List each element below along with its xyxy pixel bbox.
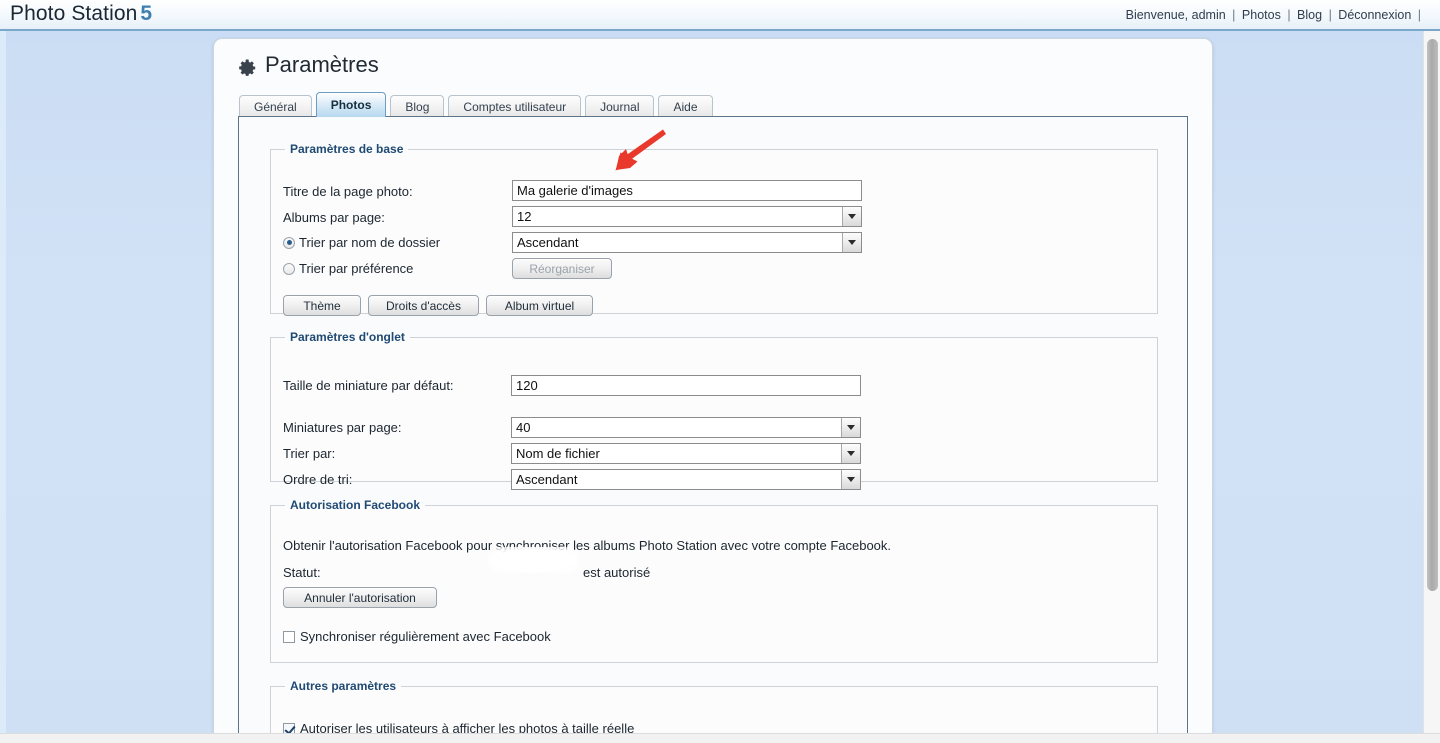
photo-page-title-label: Titre de la page photo:: [283, 184, 413, 199]
header-link-logout[interactable]: Déconnexion: [1338, 8, 1411, 22]
allow-fullsize-users-checkbox[interactable]: [283, 722, 295, 733]
scrollbar-thumb[interactable]: [1427, 39, 1438, 591]
gear-icon: [239, 57, 257, 76]
allow-fullsize-users-label: Autoriser les utilisateurs à afficher le…: [300, 721, 635, 733]
facebook-description: Obtenir l'autorisation Facebook pour syn…: [283, 538, 892, 553]
facebook-status-label: Statut:: [283, 565, 321, 580]
sort-by-folder-radio-row[interactable]: Trier par nom de dossier: [283, 235, 440, 250]
thumbnail-size-input[interactable]: 120: [511, 375, 861, 396]
facebook-status-value: est autorisé: [583, 565, 651, 580]
access-rights-button[interactable]: Droits d'accès: [368, 295, 479, 316]
header-link-photos[interactable]: Photos: [1242, 8, 1281, 22]
base-settings-section: Paramètres de base Titre de la page phot…: [270, 142, 1158, 316]
annotation-arrow-icon: [606, 128, 676, 172]
chevron-down-icon[interactable]: [841, 444, 860, 463]
tab-settings-legend: Paramètres d'onglet: [290, 330, 405, 344]
brand-version: 5: [140, 2, 153, 25]
facebook-sync-checkbox[interactable]: [283, 630, 295, 643]
sort-by-value: Nom de fichier: [516, 446, 600, 461]
settings-panel: Paramètres Général Photos Blog Comptes u…: [213, 38, 1213, 733]
tab-content-area: Paramètres de base Titre de la page phot…: [238, 116, 1188, 733]
photo-page-title-input[interactable]: Ma galerie d'images: [512, 180, 862, 201]
vertical-scrollbar[interactable]: [1423, 31, 1440, 733]
albums-per-page-value: 12: [517, 209, 532, 224]
settings-tabs: Général Photos Blog Comptes utilisateur …: [239, 92, 713, 117]
allow-fullsize-users-row[interactable]: Autoriser les utilisateurs à afficher le…: [283, 721, 634, 733]
facebook-sync-label: Synchroniser régulièrement avec Facebook: [300, 629, 551, 644]
reorganize-button[interactable]: Réorganiser: [512, 258, 612, 279]
other-settings-legend: Autres paramètres: [290, 679, 397, 693]
welcome-text: Bienvenue, admin: [1125, 8, 1226, 22]
tab-user-accounts[interactable]: Comptes utilisateur: [448, 95, 582, 117]
facebook-legend: Autorisation Facebook: [290, 498, 421, 512]
thumbnails-per-page-label: Miniatures par page:: [283, 420, 402, 435]
chevron-down-icon[interactable]: [841, 470, 860, 489]
link-separator-2: |: [1287, 8, 1291, 22]
link-separator-3: |: [1328, 8, 1332, 22]
albums-per-page-select[interactable]: 12: [512, 206, 862, 227]
link-separator-4: |: [1417, 8, 1421, 22]
sort-order-label: Ordre de tri:: [283, 472, 353, 487]
sort-by-label: Trier par:: [283, 446, 336, 461]
page-title-text: Paramètres: [265, 52, 379, 77]
chevron-down-icon[interactable]: [842, 233, 861, 252]
sort-order-select[interactable]: Ascendant: [512, 232, 862, 253]
header-links: Bienvenue, admin | Photos | Blog | Décon…: [1126, 8, 1424, 22]
redacted-account-name: [487, 547, 579, 573]
thumbnails-per-page-value: 40: [516, 420, 531, 435]
thumbnail-size-label: Taille de miniature par défaut:: [283, 378, 454, 393]
page-title: Paramètres: [239, 52, 379, 78]
sort-by-select[interactable]: Nom de fichier: [511, 443, 861, 464]
brand-name: Photo Station: [10, 2, 138, 25]
other-settings-section: Autres paramètres Autoriser les utilisat…: [270, 679, 1158, 733]
header-link-blog[interactable]: Blog: [1297, 8, 1322, 22]
tab-journal[interactable]: Journal: [585, 95, 655, 117]
sort-by-folder-radio[interactable]: [283, 236, 295, 249]
sort-by-preference-label: Trier par préférence: [299, 261, 414, 276]
tab-sort-order-value: Ascendant: [516, 472, 578, 487]
top-header-bar: Photo Station 5 Bienvenue, admin | Photos…: [0, 0, 1440, 31]
tab-sort-order-select[interactable]: Ascendant: [511, 469, 861, 490]
facebook-authorization-section: Autorisation Facebook Obtenir l'autorisa…: [270, 498, 1158, 663]
virtual-album-button[interactable]: Album virtuel: [486, 295, 593, 316]
sort-by-preference-radio[interactable]: [283, 262, 295, 275]
theme-button[interactable]: Thème: [283, 295, 361, 316]
left-edge-band: [0, 31, 6, 733]
thumbnails-per-page-select[interactable]: 40: [511, 417, 861, 438]
tab-settings-section: Paramètres d'onglet Taille de miniature …: [270, 330, 1158, 490]
sort-by-preference-radio-row[interactable]: Trier par préférence: [283, 261, 413, 276]
chevron-down-icon[interactable]: [841, 418, 860, 437]
tab-blog[interactable]: Blog: [390, 95, 445, 117]
sort-by-folder-label: Trier par nom de dossier: [299, 235, 441, 250]
facebook-sync-checkbox-row[interactable]: Synchroniser régulièrement avec Facebook: [283, 629, 551, 644]
tab-general[interactable]: Général: [239, 95, 312, 117]
app-brand: Photo Station 5: [10, 2, 152, 26]
tab-photos[interactable]: Photos: [315, 92, 387, 117]
albums-per-page-label: Albums par page:: [283, 210, 385, 225]
link-separator-1: |: [1232, 8, 1236, 22]
base-settings-legend: Paramètres de base: [290, 142, 404, 156]
chevron-down-icon[interactable]: [842, 207, 861, 226]
bottom-strip: [0, 733, 1440, 743]
tab-help[interactable]: Aide: [658, 95, 713, 117]
revoke-authorization-button[interactable]: Annuler l'autorisation: [283, 587, 437, 608]
sort-order-value: Ascendant: [517, 235, 579, 250]
